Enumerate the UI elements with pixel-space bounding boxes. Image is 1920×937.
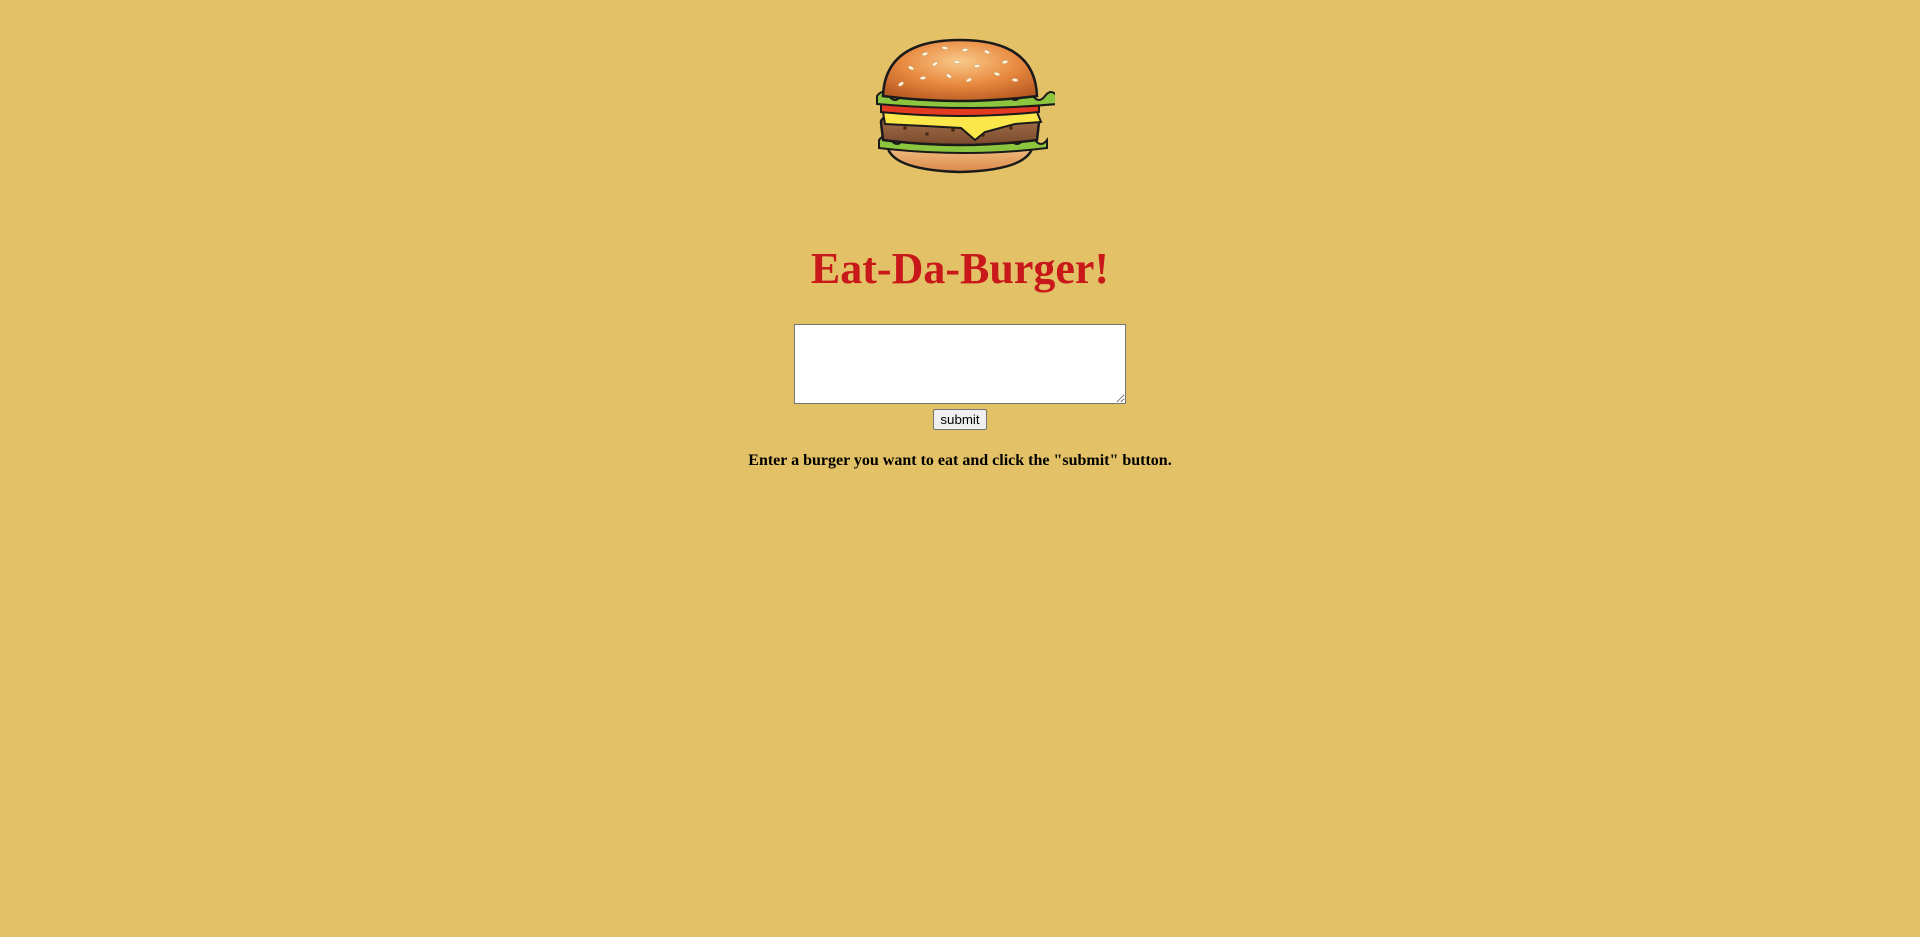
page: Eat-Da-Burger! submit Enter a burger you… (0, 0, 1920, 937)
submit-button[interactable]: submit (933, 409, 987, 430)
page-title: Eat-Da-Burger! (810, 244, 1110, 293)
burger-name-input[interactable] (794, 324, 1126, 404)
burger-icon (876, 38, 1055, 174)
instructions-text: Enter a burger you want to eat and click… (748, 452, 1172, 469)
burger-form: submit (0, 324, 1920, 430)
logo (0, 36, 1920, 176)
